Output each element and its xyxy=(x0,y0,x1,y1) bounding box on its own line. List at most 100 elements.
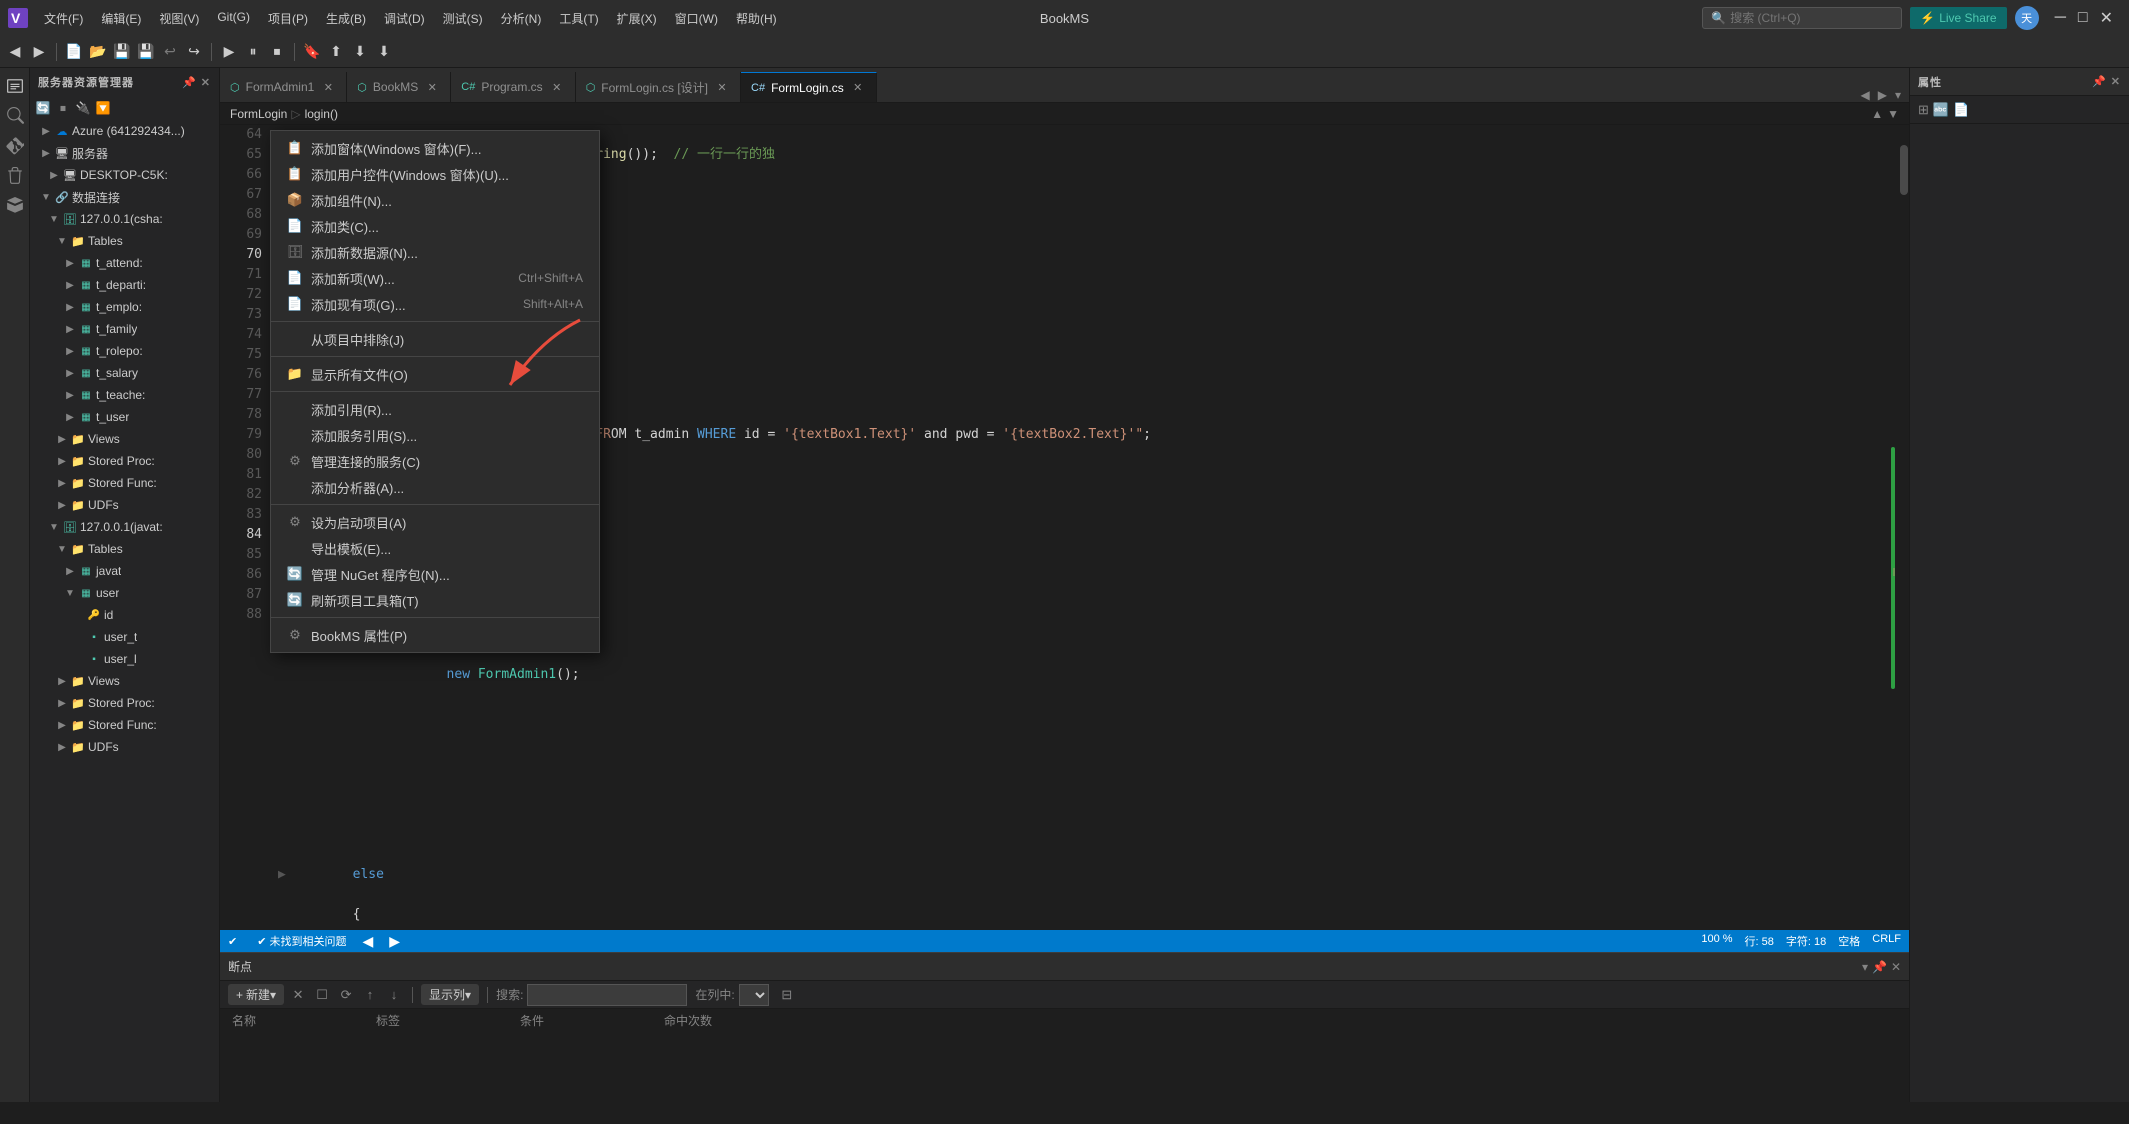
sort-category-btn[interactable]: ⊞ xyxy=(1918,102,1929,118)
panel-chevron-down[interactable]: ▾ xyxy=(1862,960,1868,974)
collapse-btn[interactable]: ⊟ xyxy=(777,985,797,1005)
menu-build[interactable]: 生成(B) xyxy=(318,6,374,31)
maximize-button[interactable]: □ xyxy=(2078,9,2088,27)
tree-item-t-family[interactable]: ▶ ▦ t_family xyxy=(30,318,219,340)
tree-item-tables1[interactable]: ▼ 📁 Tables xyxy=(30,230,219,252)
tree-item-t-teache[interactable]: ▶ ▦ t_teache: xyxy=(30,384,219,406)
tree-item-user-t[interactable]: ▪ user_t xyxy=(30,626,219,648)
scroll-thumb-v[interactable] xyxy=(1900,145,1908,195)
toolbar-bookmark[interactable]: 🔖 xyxy=(301,41,323,63)
menu-manage-connected[interactable]: ⚙ 管理连接的服务(C) xyxy=(271,448,599,474)
menu-debug[interactable]: 调试(D) xyxy=(376,6,433,31)
tree-item-id[interactable]: 🔑 id xyxy=(30,604,219,626)
menu-set-startup[interactable]: ⚙ 设为启动项目(A) xyxy=(271,509,599,535)
tab-formadmin1[interactable]: ⬡ FormAdmin1 ✕ xyxy=(220,72,347,102)
toolbar-pause[interactable]: ⏸ xyxy=(242,41,264,63)
toolbar-back[interactable]: ◀ xyxy=(4,41,26,63)
pin-icon[interactable]: 📌 xyxy=(182,76,197,89)
tree-item-t-rolepo[interactable]: ▶ ▦ t_rolepo: xyxy=(30,340,219,362)
sidebar-refresh-btn[interactable]: 🔄 xyxy=(34,99,52,117)
status-row-col[interactable]: 行: 58 xyxy=(1745,933,1774,949)
tree-item-views2[interactable]: ▶ 📁 Views xyxy=(30,670,219,692)
tab-list[interactable]: ▾ xyxy=(1891,88,1905,102)
menu-add-class[interactable]: 📄 添加类(C)... xyxy=(271,213,599,239)
menu-exclude[interactable]: 从项目中排除(J) xyxy=(271,326,599,352)
tab-close-bookms[interactable]: ✕ xyxy=(424,79,440,95)
show-columns-btn[interactable]: 显示列▾ xyxy=(421,984,479,1005)
search-box[interactable]: 🔍 xyxy=(1702,7,1902,29)
tab-scroll-right[interactable]: ▶ xyxy=(1874,88,1891,102)
close-sidebar-icon[interactable]: ✕ xyxy=(201,76,211,89)
toolbar-open[interactable]: 📂 xyxy=(87,41,109,63)
status-eol[interactable]: CRLF xyxy=(1872,933,1901,949)
tree-item-db2[interactable]: ▼ 🗄 127.0.0.1(javat: xyxy=(30,516,219,538)
activity-explorer[interactable] xyxy=(1,72,29,100)
toolbar-nav1[interactable]: ⬆ xyxy=(325,41,347,63)
delete-breakpoint-btn[interactable]: ✕ xyxy=(288,985,308,1005)
search-input-bp[interactable] xyxy=(527,984,687,1006)
toolbar-forward[interactable]: ▶ xyxy=(28,41,50,63)
tab-close-program[interactable]: ✕ xyxy=(549,79,565,95)
user-avatar[interactable]: 天 xyxy=(2015,6,2039,30)
menu-edit[interactable]: 编辑(E) xyxy=(93,6,149,31)
menu-add-user-control[interactable]: 📋 添加用户控件(Windows 窗体)(U)... xyxy=(271,161,599,187)
menu-refresh-toolbox[interactable]: 🔄 刷新项目工具箱(T) xyxy=(271,587,599,613)
menu-export-template[interactable]: 导出模板(E)... xyxy=(271,535,599,561)
toolbar-new[interactable]: 📄 xyxy=(63,41,85,63)
menu-help[interactable]: 帮助(H) xyxy=(728,6,785,31)
tree-item-storedproc1[interactable]: ▶ 📁 Stored Proc: xyxy=(30,450,219,472)
status-zoom[interactable]: 100 % xyxy=(1701,933,1732,949)
tree-item-storedfunc2[interactable]: ▶ 📁 Stored Func: xyxy=(30,714,219,736)
live-share-button[interactable]: ⚡ Live Share xyxy=(1910,7,2006,29)
tree-item-storedproc2[interactable]: ▶ 📁 Stored Proc: xyxy=(30,692,219,714)
tree-item-udfs1[interactable]: ▶ 📁 UDFs xyxy=(30,494,219,516)
tab-close-formadmin1[interactable]: ✕ xyxy=(320,79,336,95)
sort-alpha-btn[interactable]: 🔤 xyxy=(1933,102,1949,118)
menu-extensions[interactable]: 扩展(X) xyxy=(609,6,665,31)
menu-add-reference[interactable]: 添加引用(R)... xyxy=(271,396,599,422)
menu-add-new-item[interactable]: 📄 添加新项(W)... Ctrl+Shift+A xyxy=(271,265,599,291)
tree-item-t-salary[interactable]: ▶ ▦ t_salary xyxy=(30,362,219,384)
sidebar-stop-btn[interactable]: ⏹ xyxy=(54,99,72,117)
tab-close-formlogin-design[interactable]: ✕ xyxy=(714,79,730,95)
sidebar-filter-btn[interactable]: 🔽 xyxy=(94,99,112,117)
tree-item-udfs2[interactable]: ▶ 📁 UDFs xyxy=(30,736,219,758)
minimize-button[interactable]: ─ xyxy=(2055,9,2066,27)
toolbar-save-all[interactable]: 💾 xyxy=(135,41,157,63)
column-select[interactable] xyxy=(739,984,769,1006)
tab-formlogin-design[interactable]: ⬡ FormLogin.cs [设计] ✕ xyxy=(576,72,741,102)
tree-item-views1[interactable]: ▶ 📁 Views xyxy=(30,428,219,450)
breadcrumb-item-2[interactable]: login() xyxy=(305,107,338,121)
toolbar-nav2[interactable]: ⬇ xyxy=(349,41,371,63)
tree-item-server[interactable]: ▶ 🖥 服务器 xyxy=(30,142,219,164)
move-up-btn[interactable]: ↑ xyxy=(360,985,380,1005)
tab-bookms[interactable]: ⬡ BookMS ✕ xyxy=(347,72,451,102)
menu-analyze[interactable]: 分析(N) xyxy=(493,6,550,31)
search-input[interactable] xyxy=(1730,11,1893,25)
menu-file[interactable]: 文件(F) xyxy=(36,6,91,31)
tree-item-user-l[interactable]: ▪ user_l xyxy=(30,648,219,670)
menu-manage-nuget[interactable]: 🔄 管理 NuGet 程序包(N)... xyxy=(271,561,599,587)
tree-item-t-attend[interactable]: ▶ ▦ t_attend: xyxy=(30,252,219,274)
status-nav-left[interactable]: ◀ xyxy=(363,933,374,950)
toolbar-start[interactable]: ▶ xyxy=(218,41,240,63)
menu-view[interactable]: 视图(V) xyxy=(151,6,207,31)
panel-pin[interactable]: 📌 xyxy=(1872,960,1887,974)
menu-bookms-props[interactable]: ⚙ BookMS 属性(P) xyxy=(271,622,599,648)
right-panel-close[interactable]: ✕ xyxy=(2111,75,2121,88)
toolbar-save[interactable]: 💾 xyxy=(111,41,133,63)
menu-add-service-ref[interactable]: 添加服务引用(S)... xyxy=(271,422,599,448)
right-panel-pin[interactable]: 📌 xyxy=(2092,75,2107,88)
refresh-breakpoint-btn[interactable]: ⟳ xyxy=(336,985,356,1005)
close-button[interactable]: ✕ xyxy=(2100,8,2113,28)
tree-item-javat[interactable]: ▶ ▦ javat xyxy=(30,560,219,582)
menu-add-form[interactable]: 📋 添加窗体(Windows 窗体)(F)... xyxy=(271,135,599,161)
menu-add-analyzer[interactable]: 添加分析器(A)... xyxy=(271,474,599,500)
toolbar-redo[interactable]: ↪ xyxy=(183,41,205,63)
move-down-btn[interactable]: ↓ xyxy=(384,985,404,1005)
status-char[interactable]: 字符: 18 xyxy=(1786,933,1826,949)
menu-add-existing-item[interactable]: 📄 添加现有项(G)... Shift+Alt+A xyxy=(271,291,599,317)
tree-item-db1[interactable]: ▼ 🗄 127.0.0.1(csha: xyxy=(30,208,219,230)
tree-item-dataconn[interactable]: ▼ 🔗 数据连接 xyxy=(30,186,219,208)
panel-close[interactable]: ✕ xyxy=(1891,960,1901,974)
